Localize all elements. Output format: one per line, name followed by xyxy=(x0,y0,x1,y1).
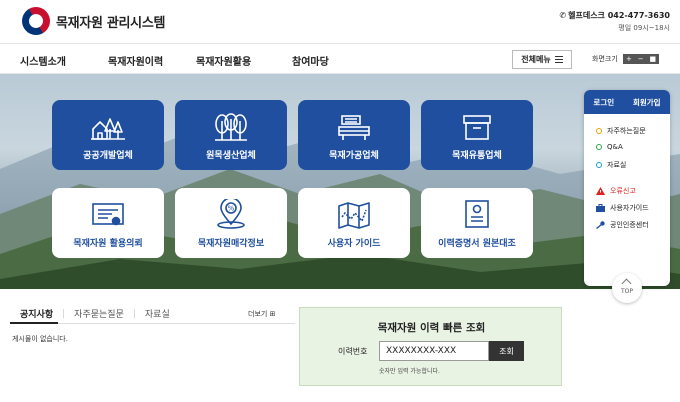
site-header: 목재자원 관리시스템 ✆ 헬프데스크 042-477-3630 평일 09시~18… xyxy=(0,0,680,43)
circle-icon xyxy=(596,128,602,134)
input-hint: 숫자만 입력 가능합니다. xyxy=(379,368,440,375)
nav-item-system-intro[interactable]: 시스템소개 xyxy=(20,53,66,68)
location-percent-icon: % xyxy=(217,199,245,229)
quick-lookup-title: 목재자원 이력 빠른 조회 xyxy=(377,322,486,334)
login-link[interactable]: 로그인 xyxy=(593,97,614,108)
all-menu-button[interactable]: 전체메뉴 xyxy=(512,50,572,69)
quick-lookup-panel: 목재자원 이력 빠른 조회 이력번호 조회 숫자만 입력 가능합니다. xyxy=(299,307,562,386)
key-icon xyxy=(596,221,605,229)
trees-icon xyxy=(215,113,247,141)
tile-label: 이력증명서 원본대조 xyxy=(438,239,516,249)
tile-label: 목재자원 활용의뢰 xyxy=(73,239,143,249)
tab-active-indicator xyxy=(10,322,58,324)
briefcase-icon xyxy=(596,204,605,212)
side-link-archive[interactable]: 자료실 xyxy=(596,160,626,170)
tab-notice[interactable]: 공지사항 xyxy=(20,307,53,320)
tab-archive[interactable]: 자료실 xyxy=(145,307,170,320)
tile-log-producer[interactable]: 원목생산업체 xyxy=(175,100,287,170)
top-label: TOP xyxy=(620,288,633,295)
helpdesk-text: 헬프데스크 042-477-3630 xyxy=(568,11,670,20)
zoom-label: 화면크기 xyxy=(592,55,618,63)
notice-empty-message: 게시물이 없습니다. xyxy=(12,335,68,343)
quick-side-panel: 로그인 회원가입 자주하는질문 Q&A 자료실 오류신고 사용자가이드 공인인증… xyxy=(584,90,670,286)
certificate-icon xyxy=(92,203,124,226)
hamburger-icon xyxy=(554,56,563,63)
svg-text:%: % xyxy=(228,205,235,213)
circle-icon xyxy=(596,162,602,168)
tile-label: 공공개발업체 xyxy=(83,151,133,161)
signup-link[interactable]: 회원가입 xyxy=(633,97,661,108)
side-auth-bar: 로그인 회원가입 xyxy=(584,90,670,114)
side-link-qna[interactable]: Q&A xyxy=(596,143,623,151)
side-link-cert-center[interactable]: 공인인증센터 xyxy=(596,220,649,230)
nav-item-wood-usage[interactable]: 목재자원활용 xyxy=(196,53,251,68)
zoom-out-button[interactable]: − xyxy=(638,54,644,64)
side-link-label: 오류신고 xyxy=(610,187,636,195)
side-link-user-guide[interactable]: 사용자가이드 xyxy=(596,203,649,213)
document-icon xyxy=(465,200,489,228)
helpdesk-hours: 평일 09시~18시 xyxy=(618,24,670,32)
tab-faq[interactable]: 자주묻는질문 xyxy=(74,307,124,320)
tab-divider: | xyxy=(62,308,66,319)
side-link-label: 공인인증센터 xyxy=(610,221,649,229)
tile-label: 목재유통업체 xyxy=(452,151,502,161)
scroll-top-button[interactable]: TOP xyxy=(612,273,642,303)
zoom-in-button[interactable]: + xyxy=(626,54,632,64)
tile-wood-processor[interactable]: 목재가공업체 xyxy=(298,100,410,170)
side-link-faq[interactable]: 자주하는질문 xyxy=(596,126,646,136)
all-menu-label: 전체메뉴 xyxy=(521,55,551,64)
sawmill-icon xyxy=(338,115,370,140)
lookup-button[interactable]: 조회 xyxy=(489,341,524,361)
tile-label: 사용자 가이드 xyxy=(327,239,381,249)
more-label: 더보기 xyxy=(248,310,268,318)
zoom-control: + − ■ xyxy=(623,54,659,64)
tile-label: 목재자원매각정보 xyxy=(197,239,265,249)
side-link-label: Q&A xyxy=(607,143,623,151)
notice-tabs: 공지사항 | 자주묻는질문 | 자료실 xyxy=(20,307,170,321)
warning-icon xyxy=(596,187,605,195)
site-title[interactable]: 목재자원 관리시스템 xyxy=(56,12,165,31)
tile-label: 목재가공업체 xyxy=(329,151,379,161)
plus-box-icon: ⊞ xyxy=(269,310,276,318)
side-link-label: 자료실 xyxy=(607,161,627,169)
nav-item-participation[interactable]: 참여마당 xyxy=(292,53,329,68)
history-number-input[interactable] xyxy=(379,341,489,361)
tile-wood-distributor[interactable]: 목재유통업체 xyxy=(421,100,533,170)
main-nav: 시스템소개 목재자원이력 목재자원활용 참여마당 xyxy=(0,43,680,74)
tile-public-developer[interactable]: 공공개발업체 xyxy=(52,100,164,170)
history-number-label: 이력번호 xyxy=(338,347,368,356)
tile-wood-sale-info[interactable]: % 목재자원매각정보 xyxy=(175,188,287,258)
map-icon xyxy=(338,202,370,229)
side-link-error-report[interactable]: 오류신고 xyxy=(596,186,636,196)
government-emblem-icon[interactable] xyxy=(16,1,56,41)
box-icon xyxy=(463,115,491,140)
zoom-reset-icon[interactable]: ■ xyxy=(649,54,656,64)
helpdesk: ✆ 헬프데스크 042-477-3630 xyxy=(559,10,670,21)
hero-banner: 공공개발업체 원목생산업체 목재가공업체 목재유통업체 목재자원 활용의뢰 % … xyxy=(0,74,680,289)
forest-house-icon xyxy=(91,118,125,140)
more-link[interactable]: 더보기 ⊞ xyxy=(248,309,275,319)
tile-wood-usage-request[interactable]: 목재자원 활용의뢰 xyxy=(52,188,164,258)
nav-item-wood-history[interactable]: 목재자원이력 xyxy=(108,53,163,68)
tab-divider: | xyxy=(132,308,136,319)
tile-label: 원목생산업체 xyxy=(206,151,256,161)
circle-icon xyxy=(596,144,602,150)
side-link-label: 자주하는질문 xyxy=(607,127,646,135)
tile-user-guide[interactable]: 사용자 가이드 xyxy=(298,188,410,258)
phone-icon: ✆ xyxy=(559,11,567,20)
tile-certificate-verify[interactable]: 이력증명서 원본대조 xyxy=(421,188,533,258)
side-link-label: 사용자가이드 xyxy=(610,204,649,212)
